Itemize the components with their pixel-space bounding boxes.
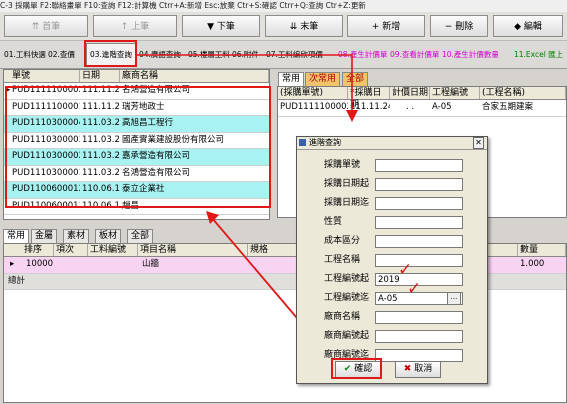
cost-type-input[interactable] [375,235,463,248]
order-no-input[interactable] [375,159,463,172]
cross-icon: ✖ [403,364,412,374]
checkmark-icon: ✓ [398,260,413,280]
field-label-vendor-name: 廠商名稱 [324,312,361,322]
project-name-input[interactable] [375,254,463,267]
field-label-order-no: 採購單號 [324,160,361,170]
date-to-input[interactable] [375,197,463,210]
dialog-form: 採購單號 採購日期起 採購日期迄 性質 成本區分 工程名稱 工程編號起 2019… [297,149,487,362]
cancel-button[interactable]: ✖ 取消 [395,361,441,378]
arrow-head-up [206,211,219,224]
field-label-project-no-to: 工程編號迄 [324,293,370,303]
arrow-head-down [346,110,358,122]
vendor-no-from-input[interactable] [375,330,463,343]
nature-input[interactable] [375,216,463,229]
field-label-project-no-from: 工程編號起 [324,274,370,284]
advanced-query-dialog: 進階查詢 ✕ 採購單號 採購日期起 採購日期迄 性質 成本區分 工程名稱 工程編… [296,136,488,384]
date-from-input[interactable] [375,178,463,191]
field-label-project-name: 工程名稱 [324,255,361,265]
field-label-date-from: 採購日期起 [324,179,370,189]
checkmark-icon: ✓ [407,279,422,299]
arrow-tab-to-dialog [137,54,353,115]
field-label-vendor-no-from: 廠商編號起 [324,331,370,341]
window-icon [299,139,306,146]
field-label-nature: 性質 [324,217,343,227]
field-label-date-to: 採購日期迄 [324,198,370,208]
close-icon[interactable]: ✕ [473,137,484,149]
lookup-button[interactable]: ... [447,292,461,305]
field-label-cost-type: 成本區分 [324,236,361,246]
vendor-name-input[interactable] [375,311,463,324]
highlight-confirm-button [331,358,382,379]
